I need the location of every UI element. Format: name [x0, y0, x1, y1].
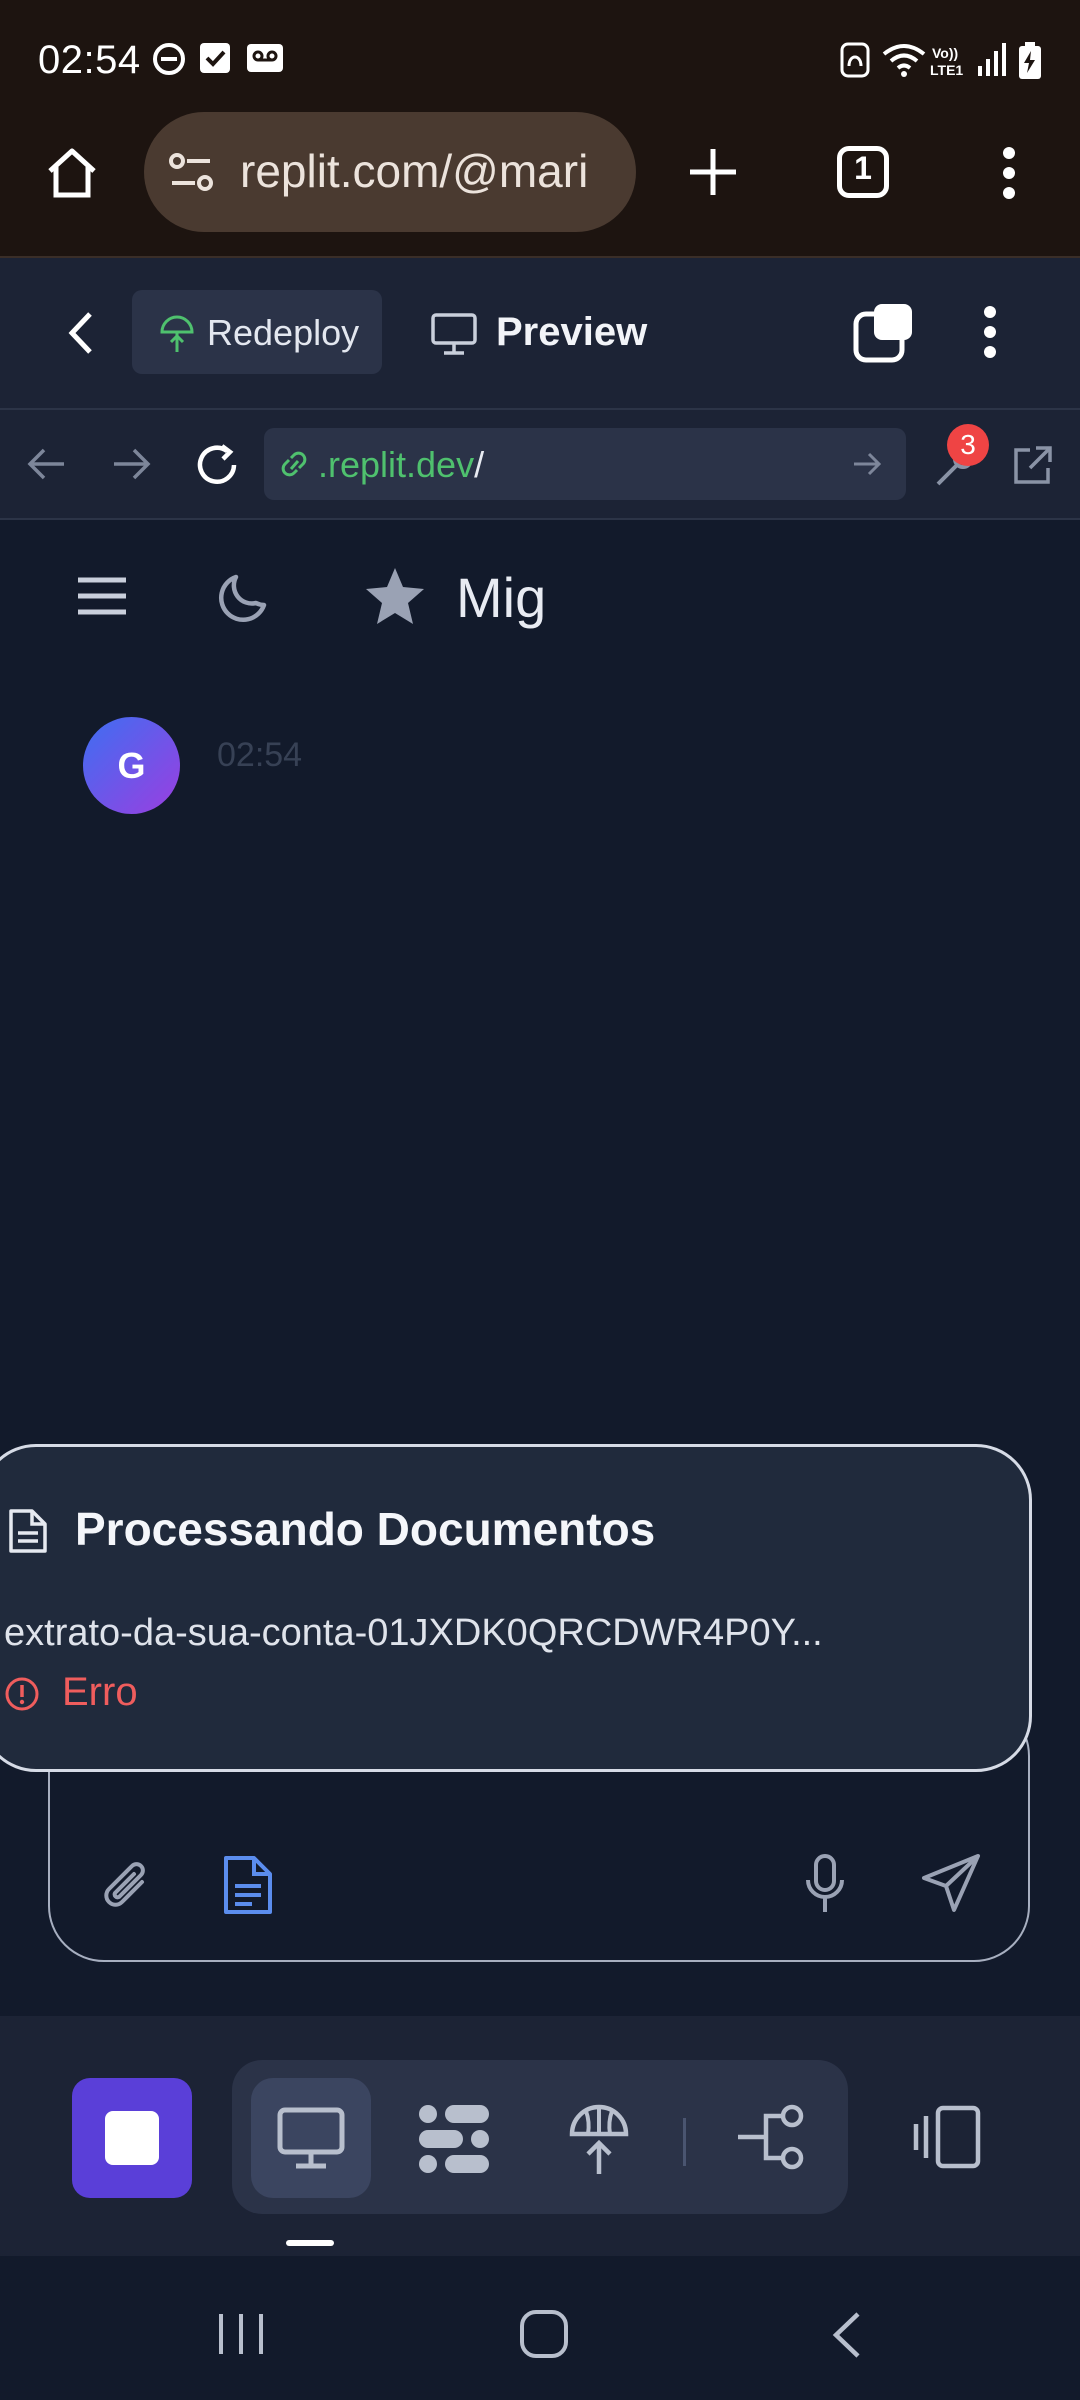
dock-tab-git[interactable]: [736, 2104, 806, 2170]
back-chevron-icon[interactable]: [66, 310, 96, 356]
do-not-disturb-icon: [152, 42, 186, 76]
nfc-icon: [840, 42, 870, 78]
home-icon[interactable]: [44, 145, 100, 201]
preview-tab[interactable]: Preview: [496, 310, 647, 355]
dock-panels-icon[interactable]: [912, 2104, 984, 2170]
dock-tab-deploy[interactable]: [566, 2102, 632, 2178]
redeploy-label: Redeploy: [207, 312, 360, 353]
wifi-icon: [882, 42, 926, 78]
browser-menu-icon[interactable]: [994, 146, 1024, 200]
processing-file-name: extrato-da-sua-conta-01JXDK0QRCDWR4P0Y..…: [4, 1612, 823, 1654]
document-icon: [8, 1508, 48, 1554]
redeploy-icon: [158, 314, 196, 354]
svg-text:LTE1: LTE1: [930, 62, 963, 78]
dark-mode-moon-icon[interactable]: [218, 569, 272, 623]
status-time: 02:54: [38, 38, 141, 82]
back-nav-icon[interactable]: [828, 2310, 864, 2360]
processing-title: Processando Documentos: [75, 1503, 656, 1555]
address-bar-url: replit.com/@mari: [240, 145, 589, 197]
recent-apps-icon[interactable]: [216, 2310, 266, 2358]
svg-text:Vo)): Vo)): [932, 45, 958, 61]
active-tab-indicator: [286, 2240, 334, 2246]
dock-divider: [683, 2118, 686, 2166]
signal-icon: [976, 42, 1008, 76]
webview-back-icon[interactable]: [26, 446, 66, 482]
url-domain: .replit.dev: [318, 444, 475, 485]
link-icon: [276, 448, 312, 482]
send-icon[interactable]: [920, 1852, 982, 1914]
webview-forward-icon[interactable]: [112, 446, 152, 482]
microphone-icon[interactable]: [802, 1852, 848, 1916]
hamburger-menu-icon[interactable]: [78, 576, 126, 616]
url-path: /: [474, 444, 485, 485]
site-settings-icon[interactable]: [168, 150, 214, 194]
reload-icon[interactable]: [194, 442, 240, 488]
star-icon[interactable]: [364, 566, 426, 626]
tab-count: 1: [854, 150, 872, 186]
stop-icon: [105, 2111, 159, 2165]
webview-url: .replit.dev/: [318, 444, 484, 486]
processing-documents-card: [0, 1444, 1032, 1772]
document-icon[interactable]: [222, 1854, 274, 1916]
paperclip-icon[interactable]: [98, 1856, 158, 1916]
checkbox-icon: [199, 42, 231, 74]
avatar: G: [83, 717, 180, 814]
error-alert-icon: [4, 1676, 40, 1712]
home-nav-icon[interactable]: [518, 2308, 570, 2360]
processing-status: Erro: [62, 1670, 138, 1714]
new-tab-icon[interactable]: [686, 145, 740, 199]
monitor-icon: [276, 2106, 346, 2170]
volte-icon: Vo)) LTE1: [930, 44, 970, 78]
battery-charging-icon: [1018, 42, 1042, 80]
message-timestamp: 02:54: [217, 736, 303, 774]
tabs-overview-icon[interactable]: [852, 302, 916, 364]
monitor-icon[interactable]: [430, 312, 478, 356]
app-title: Mig: [456, 566, 547, 629]
go-arrow-icon[interactable]: [852, 450, 882, 478]
voicemail-icon: [246, 42, 284, 74]
replit-menu-icon[interactable]: [975, 304, 1005, 360]
devtools-badge: 3: [947, 424, 989, 466]
dock-tab-agent[interactable]: [416, 2102, 492, 2176]
open-external-icon[interactable]: [1010, 444, 1054, 488]
